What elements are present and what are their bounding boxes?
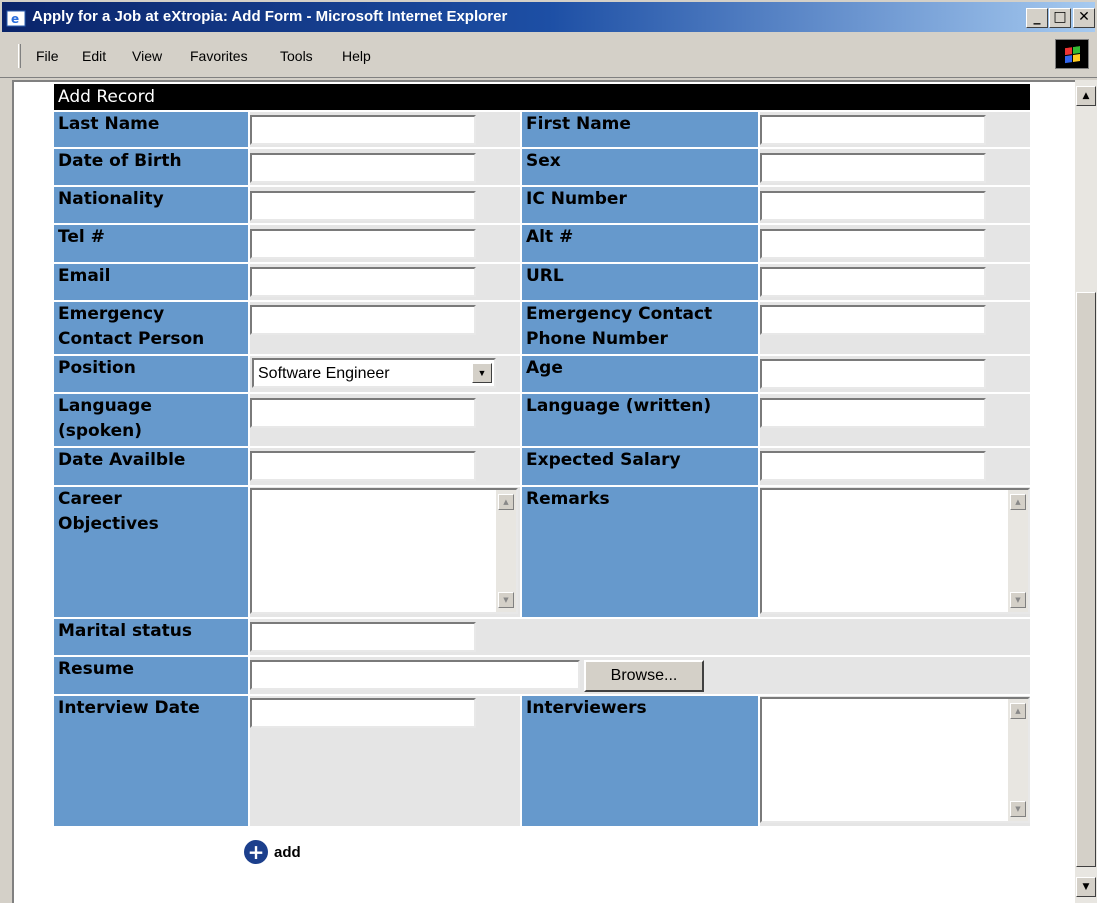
menu-tools[interactable]: Tools [280,48,313,64]
label-marital-status: Marital status [54,619,248,655]
window-title: Apply for a Job at eXtropia: Add Form - … [32,8,508,25]
maximize-button[interactable]: □ [1049,8,1071,28]
resume-file-input[interactable] [250,660,580,690]
label-line: Language [58,396,152,416]
windows-logo-throbber [1055,39,1089,69]
ic-number-input[interactable] [760,191,986,221]
interview-date-input[interactable] [250,698,476,728]
menu-view[interactable]: View [132,48,162,64]
menu-favorites[interactable]: Favorites [190,48,248,64]
first-name-input[interactable] [760,115,986,145]
alt-phone-input[interactable] [760,229,986,259]
vertical-scrollbar[interactable]: ▲ ▼ [1075,80,1097,903]
language-spoken-input[interactable] [250,398,476,428]
label-ic-number: IC Number [522,187,758,223]
textarea-scrollbar[interactable]: ▲ ▼ [496,490,516,612]
label-remarks: Remarks [522,487,758,617]
label-url: URL [522,264,758,300]
label-language-written: Language (written) [522,394,758,446]
close-button[interactable]: ✕ [1073,8,1095,28]
scroll-up-button[interactable]: ▲ [1076,86,1096,106]
label-line: Career [58,489,122,509]
position-select[interactable]: Software Engineer ▼ [252,358,496,388]
add-plus-icon[interactable]: + [244,840,268,864]
label-resume: Resume [54,657,248,694]
label-line: Emergency [58,304,165,324]
menu-bar: File Edit View Favorites Tools Help [0,34,1097,78]
chevron-down-icon[interactable]: ▼ [472,363,492,383]
menu-file[interactable]: File [36,48,59,64]
label-nationality: Nationality [54,187,248,223]
scroll-up-icon[interactable]: ▲ [1010,494,1026,510]
add-label[interactable]: add [274,844,301,861]
label-last-name: Last Name [54,112,248,147]
label-line: Emergency Contact [526,304,713,324]
marital-status-input[interactable] [250,622,476,652]
label-line: Objectives [58,514,159,534]
label-position: Position [54,356,248,392]
label-alt: Alt # [522,225,758,262]
interviewers-textarea[interactable]: ▲ ▼ [760,697,1030,823]
emergency-contact-person-input[interactable] [250,305,476,335]
label-interview-date: Interview Date [54,696,248,826]
add-record-link[interactable]: + add [244,840,301,864]
scroll-down-icon[interactable]: ▼ [498,592,514,608]
label-career-objectives: Career Objectives [54,487,248,617]
minimize-button[interactable]: _ [1026,8,1048,28]
form-header: Add Record [54,84,1030,110]
label-age: Age [522,356,758,392]
label-emergency-contact-phone: Emergency Contact Phone Number [522,302,758,354]
scroll-up-icon[interactable]: ▲ [498,494,514,510]
last-name-input[interactable] [250,115,476,145]
label-emergency-contact-person: Emergency Contact Person [54,302,248,354]
window-title-bar[interactable]: e Apply for a Job at eXtropia: Add Form … [0,0,1097,34]
svg-text:e: e [11,12,19,26]
position-selected-value: Software Engineer [258,365,390,382]
menu-help[interactable]: Help [342,48,371,64]
label-language-spoken: Language (spoken) [54,394,248,446]
label-email: Email [54,264,248,300]
toolbar-grip[interactable] [18,44,21,68]
remarks-textarea[interactable]: ▲ ▼ [760,488,1030,614]
textarea-scrollbar[interactable]: ▲ ▼ [1008,490,1028,612]
label-tel: Tel # [54,225,248,262]
windows-flag-icon [1065,46,1080,64]
label-first-name: First Name [522,112,758,147]
emergency-contact-phone-input[interactable] [760,305,986,335]
label-date-of-birth: Date of Birth [54,149,248,185]
date-of-birth-input[interactable] [250,153,476,183]
internet-explorer-icon: e [6,10,26,27]
expected-salary-input[interactable] [760,451,986,481]
career-objectives-textarea[interactable]: ▲ ▼ [250,488,518,614]
label-line: (spoken) [58,421,142,441]
label-expected-salary: Expected Salary [522,448,758,485]
scroll-down-button[interactable]: ▼ [1076,877,1096,897]
scroll-up-icon[interactable]: ▲ [1010,703,1026,719]
browse-button[interactable]: Browse... [584,660,704,692]
label-interviewers: Interviewers [522,696,758,826]
scroll-down-icon[interactable]: ▼ [1010,592,1026,608]
url-input[interactable] [760,267,986,297]
menu-edit[interactable]: Edit [82,48,106,64]
label-line: Phone Number [526,329,668,349]
tel-input[interactable] [250,229,476,259]
scroll-thumb[interactable] [1076,292,1096,867]
textarea-scrollbar[interactable]: ▲ ▼ [1008,699,1028,821]
email-input[interactable] [250,267,476,297]
language-written-input[interactable] [760,398,986,428]
label-line: Contact Person [58,329,205,349]
sex-input[interactable] [760,153,986,183]
nationality-input[interactable] [250,191,476,221]
label-date-available: Date Availble [54,448,248,485]
date-available-input[interactable] [250,451,476,481]
age-input[interactable] [760,359,986,389]
label-sex: Sex [522,149,758,185]
scroll-down-icon[interactable]: ▼ [1010,801,1026,817]
